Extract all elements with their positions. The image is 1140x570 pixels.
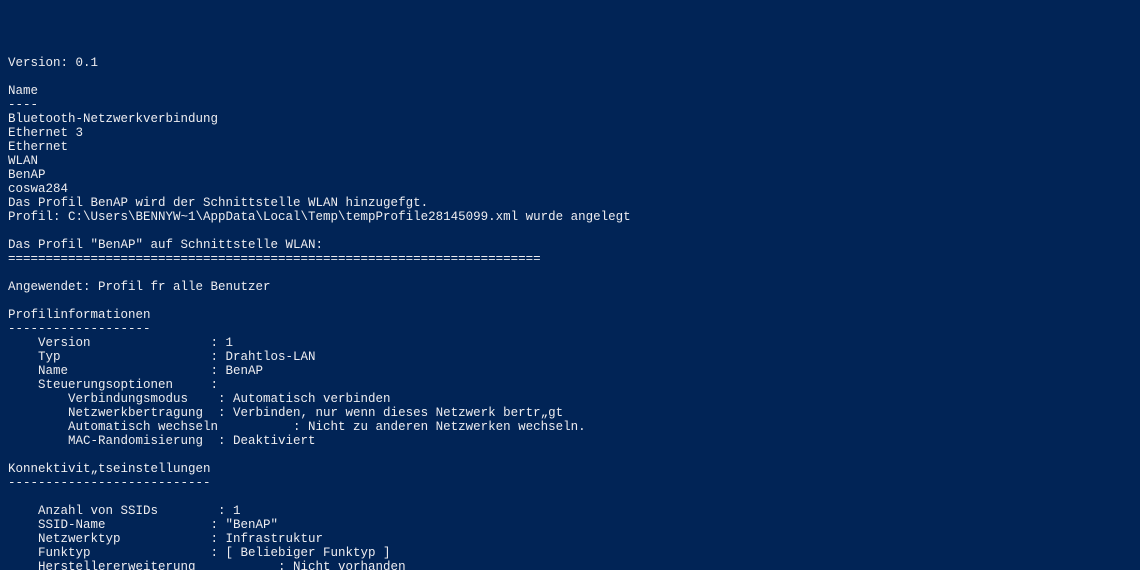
terminal-line: Profil: C:\Users\BENNYW~1\AppData\Local\… [8, 210, 1140, 224]
terminal-line: Das Profil "BenAP" auf Schnittstelle WLA… [8, 238, 1140, 252]
terminal-line: Version : 1 [8, 336, 1140, 350]
terminal-line: ------------------- [8, 322, 1140, 336]
terminal-line: SSID-Name : "BenAP" [8, 518, 1140, 532]
terminal-line: Verbindungsmodus : Automatisch verbinden [8, 392, 1140, 406]
terminal-line: BenAP [8, 168, 1140, 182]
terminal-line: --------------------------- [8, 476, 1140, 490]
terminal-line: Anzahl von SSIDs : 1 [8, 504, 1140, 518]
terminal-line [8, 448, 1140, 462]
terminal-line: Konnektivit„tseinstellungen [8, 462, 1140, 476]
terminal-line: Ethernet 3 [8, 126, 1140, 140]
terminal-line: MAC-Randomisierung : Deaktiviert [8, 434, 1140, 448]
terminal-line: Steuerungsoptionen : [8, 378, 1140, 392]
terminal-line: Version: 0.1 [8, 56, 1140, 70]
terminal-line: Netzwerkbertragung : Verbinden, nur wenn… [8, 406, 1140, 420]
powershell-terminal-output: Version: 0.1 Name----Bluetooth-Netzwerkv… [8, 56, 1140, 570]
terminal-line [8, 224, 1140, 238]
terminal-line [8, 266, 1140, 280]
terminal-line: Ethernet [8, 140, 1140, 154]
terminal-line: Automatisch wechseln : Nicht zu anderen … [8, 420, 1140, 434]
terminal-line [8, 70, 1140, 84]
terminal-line: Name : BenAP [8, 364, 1140, 378]
terminal-line: coswa284 [8, 182, 1140, 196]
terminal-line: Herstellererweiterung : Nicht vorhanden [8, 560, 1140, 570]
terminal-line: Angewendet: Profil fr alle Benutzer [8, 280, 1140, 294]
terminal-line: Netzwerktyp : Infrastruktur [8, 532, 1140, 546]
terminal-line: Name [8, 84, 1140, 98]
terminal-line [8, 490, 1140, 504]
terminal-line: ========================================… [8, 252, 1140, 266]
terminal-line: Bluetooth-Netzwerkverbindung [8, 112, 1140, 126]
terminal-line: Funktyp : [ Beliebiger Funktyp ] [8, 546, 1140, 560]
terminal-line: Profilinformationen [8, 308, 1140, 322]
terminal-line: ---- [8, 98, 1140, 112]
terminal-line: Das Profil BenAP wird der Schnittstelle … [8, 196, 1140, 210]
terminal-line: WLAN [8, 154, 1140, 168]
terminal-line: Typ : Drahtlos-LAN [8, 350, 1140, 364]
terminal-line [8, 294, 1140, 308]
